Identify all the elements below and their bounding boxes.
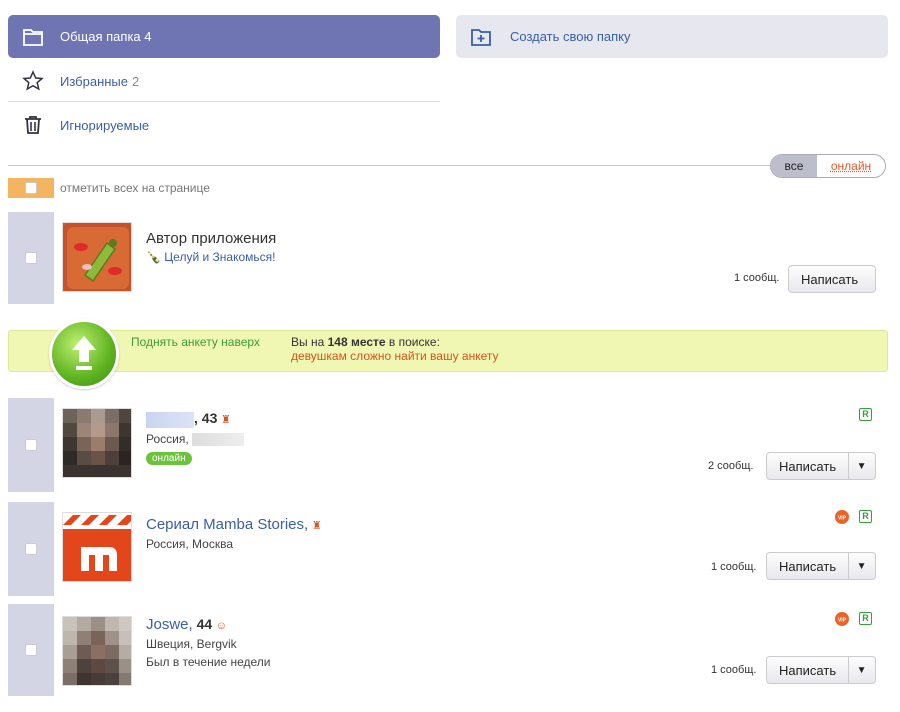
profile-name-hidden[interactable] (146, 411, 194, 428)
profile-name-line: Сериал Mamba Stories, ♜ (146, 516, 322, 533)
profile-name[interactable]: Joswe, (146, 616, 193, 633)
row-select-area[interactable] (8, 212, 54, 304)
position-prefix: Вы на (291, 335, 328, 349)
online-filter-toggle: все онлайн (770, 154, 886, 178)
hat-icon: ♜ (311, 520, 322, 532)
real-badge-icon: R (859, 408, 872, 421)
avatar[interactable] (62, 408, 132, 478)
filter-all-button[interactable]: все (771, 155, 817, 177)
star-icon (22, 70, 44, 91)
write-button-group: Написать ▼ (766, 656, 876, 684)
position-suffix: в поиске: (385, 335, 440, 349)
vip-label: VIP (838, 516, 847, 522)
message-count: 1 сообщ. (711, 664, 757, 676)
profile-name-line: , 43 ♜ (146, 410, 244, 428)
avatar[interactable] (62, 616, 132, 686)
folder-ignored[interactable]: Игнорируемые (8, 104, 440, 146)
row-select-area[interactable] (8, 604, 54, 696)
vip-icon: VIP (835, 510, 849, 524)
real-badge-icon: R (859, 612, 872, 625)
profile-age: 44 (192, 616, 213, 632)
message-row: Сериал Mamba Stories, ♜ Россия, Москва V… (8, 502, 888, 596)
position-number: 148 месте (327, 335, 386, 349)
profile-info: , 43 ♜ Россия, онлайн (146, 410, 245, 465)
profile-city-hidden (192, 432, 245, 446)
profile-info: Сериал Mamba Stories, ♜ Россия, Москва (146, 516, 322, 551)
vip-label: VIP (838, 618, 847, 624)
select-all-checkbox-area[interactable] (8, 178, 54, 198)
raise-profile-label[interactable]: Поднять анкету наверх (131, 335, 261, 349)
avatar-pixelated (63, 409, 131, 477)
message-row-app: Автор приложения 🍾 Целуй и Знакомься! 1 … (8, 212, 888, 304)
mamba-logo-icon (63, 513, 131, 581)
position-warning: девушкам сложно найти вашу анкету (291, 349, 499, 363)
search-position-text: Вы на 148 месте в поиске: девушкам сложн… (291, 335, 499, 363)
app-bottle-icon (63, 223, 131, 291)
app-link[interactable]: Целуй и Знакомься! (164, 250, 275, 264)
chevron-down-icon[interactable]: ▼ (848, 657, 874, 683)
create-folder-button[interactable]: Создать свою папку (456, 15, 888, 58)
message-count: 2 сообщ. (708, 460, 754, 472)
write-button-label: Написать (801, 271, 859, 287)
row-checkbox[interactable] (25, 644, 37, 656)
raise-profile-button[interactable] (49, 319, 119, 389)
folder-divider (8, 101, 440, 102)
select-all-row: отметить всех на странице (8, 178, 210, 198)
avatar-pixelated (63, 617, 131, 685)
online-badge: онлайн (146, 451, 192, 465)
app-info: Автор приложения 🍾 Целуй и Знакомься! (146, 230, 276, 264)
write-button-group: Написать ▼ (766, 452, 876, 480)
profile-location: Россия, Москва (146, 537, 233, 551)
app-title: Автор приложения (146, 230, 277, 247)
app-avatar[interactable] (62, 222, 132, 292)
filter-divider (8, 165, 770, 166)
avatar[interactable] (62, 512, 132, 582)
folder-favorites-label: Избранные (60, 73, 128, 89)
message-count: 1 сообщ. (734, 272, 780, 284)
profile-name-line: Joswe, 44 ☺ (146, 616, 270, 633)
write-button[interactable]: Написать (767, 663, 848, 678)
create-folder-label: Создать свою папку (510, 29, 631, 44)
profile-location: Швеция, Bergvik (146, 637, 237, 651)
write-button[interactable]: Написать (767, 559, 848, 574)
chevron-down-icon[interactable]: ▼ (848, 553, 874, 579)
face-icon: ☺ (215, 620, 228, 632)
write-button[interactable]: Написать (767, 459, 848, 474)
trash-icon (25, 116, 41, 134)
add-folder-icon (471, 28, 491, 46)
message-count: 1 сообщ. (711, 561, 757, 573)
message-row: , 43 ♜ Россия, онлайн R 2 сообщ. Написат… (8, 398, 888, 492)
write-button[interactable]: Написать (788, 265, 876, 293)
profile-location-text: Россия, (146, 431, 193, 446)
select-all-label[interactable]: отметить всех на странице (60, 181, 210, 195)
folder-icon (23, 28, 43, 46)
app-link-wrap: 🍾 Целуй и Знакомься! (146, 250, 276, 264)
profile-age: , 43 (194, 410, 218, 426)
row-select-area[interactable] (8, 502, 54, 596)
arrow-up-icon (72, 336, 96, 370)
vip-icon: VIP (835, 612, 849, 626)
folder-ignored-label: Игнорируемые (60, 117, 150, 133)
profile-info: Joswe, 44 ☺ Швеция, Bergvik Был в течени… (146, 616, 270, 669)
select-all-checkbox[interactable] (25, 182, 37, 194)
chevron-down-icon[interactable]: ▼ (848, 453, 874, 479)
row-checkbox[interactable] (25, 543, 37, 555)
write-button-group: Написать ▼ (766, 552, 876, 580)
message-row: Joswe, 44 ☺ Швеция, Bergvik Был в течени… (8, 604, 888, 696)
raise-profile-banner: Поднять анкету наверх Вы на 148 месте в … (8, 319, 888, 389)
bottle-icon: 🍾 (146, 250, 161, 264)
hat-icon: ♜ (220, 414, 231, 426)
row-checkbox[interactable] (25, 252, 37, 264)
row-select-area[interactable] (8, 398, 54, 492)
row-checkbox[interactable] (25, 439, 37, 451)
folder-general[interactable]: Общая папка 4 (8, 15, 440, 58)
profile-name[interactable]: Сериал Mamba Stories, (146, 516, 308, 533)
filter-online-button[interactable]: онлайн (817, 155, 885, 177)
folder-general-label: Общая папка 4 (60, 29, 152, 44)
profile-location: Россия, (146, 431, 245, 446)
profile-last-seen: Был в течение недели (146, 655, 271, 669)
folder-favorites[interactable]: Избранные 2 (8, 60, 440, 102)
folder-favorites-count: 2 (132, 73, 140, 89)
real-badge-icon: R (859, 510, 872, 523)
